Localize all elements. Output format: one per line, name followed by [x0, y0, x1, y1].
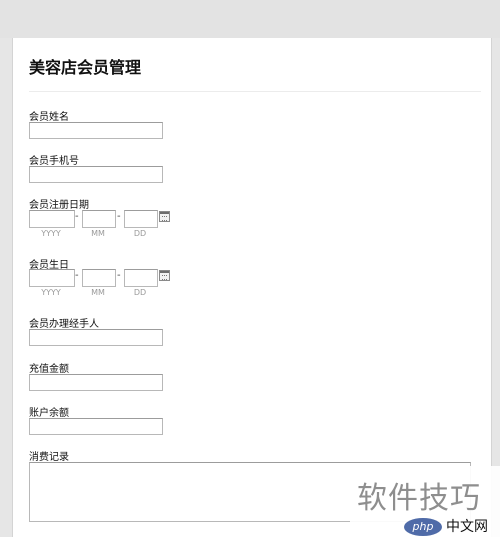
reg-date-month-input[interactable] — [82, 210, 116, 228]
recharge-input[interactable] — [29, 374, 163, 391]
year-hint: YYYY — [41, 288, 61, 297]
reg-date-separator: - — [117, 211, 121, 222]
window-top-bar — [0, 0, 500, 38]
phone-label: 会员手机号 — [29, 156, 79, 167]
birthday-month-input[interactable] — [82, 269, 116, 287]
phone-input[interactable] — [29, 166, 163, 183]
php-logo: php — [404, 518, 442, 536]
balance-label: 账户余额 — [29, 408, 69, 419]
month-hint: MM — [91, 229, 105, 238]
reg-date-label: 会员注册日期 — [29, 200, 89, 211]
page-title: 美容店会员管理 — [29, 58, 142, 77]
birthday-separator: - — [117, 270, 121, 281]
calendar-icon[interactable] — [159, 211, 170, 222]
day-hint: DD — [133, 288, 147, 297]
watermark-site: 中文网 — [446, 519, 488, 535]
reg-date-separator: - — [75, 211, 79, 222]
name-label: 会员姓名 — [29, 112, 69, 123]
day-hint: DD — [133, 229, 147, 238]
recharge-label: 充值金额 — [29, 364, 69, 375]
form-panel: 美容店会员管理 会员姓名 会员手机号 会员注册日期 - - YYYY MM DD… — [12, 38, 492, 537]
agent-label: 会员办理经手人 — [29, 319, 99, 330]
birthday-day-input[interactable] — [124, 269, 158, 287]
year-hint: YYYY — [41, 229, 61, 238]
month-hint: MM — [91, 288, 105, 297]
calendar-icon[interactable] — [159, 270, 170, 281]
reg-date-year-input[interactable] — [29, 210, 75, 228]
name-input[interactable] — [29, 122, 163, 139]
history-label: 消费记录 — [29, 452, 69, 463]
birthday-separator: - — [75, 270, 79, 281]
watermark-text: 软件技巧 — [357, 481, 481, 516]
balance-input[interactable] — [29, 418, 163, 435]
reg-date-day-input[interactable] — [124, 210, 158, 228]
title-divider — [29, 91, 481, 92]
agent-input[interactable] — [29, 329, 163, 346]
birthday-year-input[interactable] — [29, 269, 75, 287]
